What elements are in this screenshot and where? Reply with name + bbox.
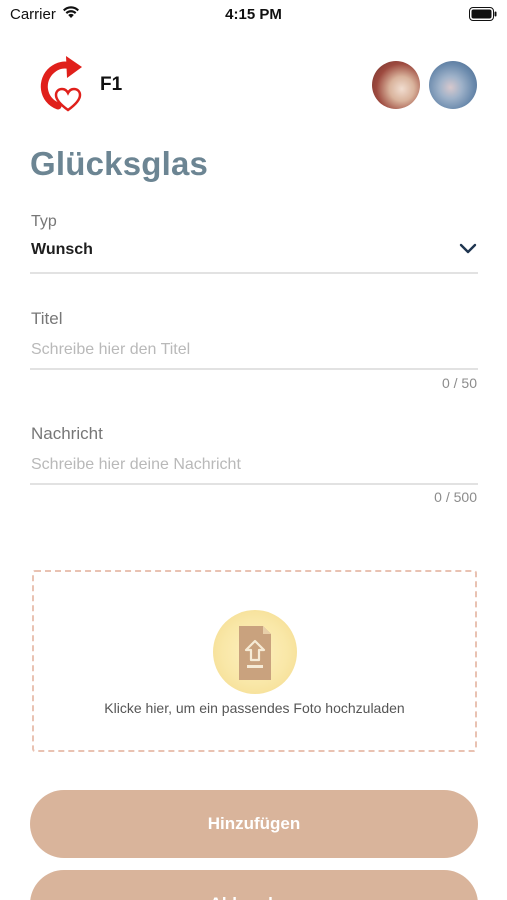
app-header: F1 — [0, 52, 507, 116]
app-name: F1 — [100, 74, 123, 95]
upload-file-icon — [239, 626, 271, 680]
upload-button[interactable] — [213, 610, 297, 694]
upload-hint: Klicke hier, um ein passendes Foto hochz… — [104, 700, 405, 716]
type-label: Typ — [31, 213, 57, 230]
cancel-button[interactable]: Abbrechen — [30, 870, 478, 900]
title-counter: 0 / 50 — [441, 375, 477, 391]
message-input[interactable]: Schreibe hier deine Nachricht — [31, 456, 241, 474]
battery-icon — [469, 7, 497, 26]
avatar[interactable] — [372, 61, 420, 109]
message-counter: 0 / 500 — [434, 489, 477, 505]
message-label: Nachricht — [31, 424, 103, 443]
share-heart-logo — [36, 54, 90, 112]
status-bar: Carrier 4:15 PM — [0, 0, 507, 30]
type-value[interactable]: Wunsch — [31, 241, 93, 259]
avatar[interactable] — [429, 61, 477, 109]
message-underline — [30, 483, 478, 485]
title-label: Titel — [31, 309, 63, 328]
status-time: 4:15 PM — [225, 6, 282, 23]
add-button[interactable]: Hinzufügen — [30, 790, 478, 858]
type-underline — [30, 272, 478, 274]
photo-upload-area[interactable]: Klicke hier, um ein passendes Foto hochz… — [32, 570, 477, 752]
chevron-down-icon[interactable] — [458, 242, 478, 261]
page-title: Glücksglas — [30, 145, 209, 182]
title-underline — [30, 368, 478, 370]
title-input[interactable]: Schreibe hier den Titel — [31, 341, 190, 359]
